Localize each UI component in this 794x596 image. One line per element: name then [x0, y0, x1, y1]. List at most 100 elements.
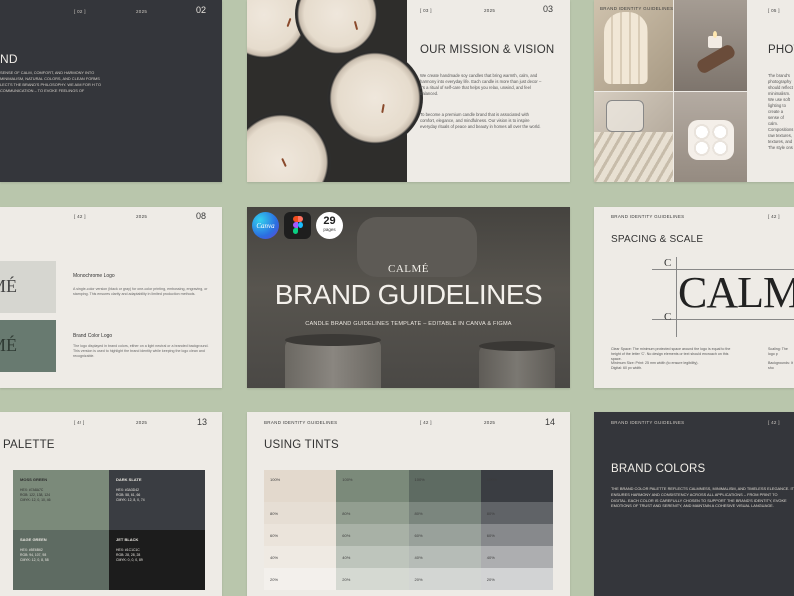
slide-body: THE BRAND COLOR PALETTE REFLECTS CALMNES…	[611, 486, 794, 509]
slide-header: BRAND IDENTITY GUIDELINES	[611, 420, 685, 425]
swatch-values: HEX: #3A3D42 RGB: 58, 61, 66 CMYK: 12, 8, …	[116, 488, 145, 502]
color-swatch: DARK SLATE HEX: #3A3D42 RGB: 58, 61, 66 CMY…	[109, 470, 205, 530]
tint-cell: 60%	[480, 524, 553, 546]
page-number: 14	[545, 417, 556, 427]
canva-label: Canva	[256, 221, 275, 230]
brand-wordmark: CALMÉ	[388, 263, 429, 275]
slide-title: SPACING & SCALE	[611, 234, 704, 245]
figma-icon	[284, 212, 311, 239]
tint-cell: 80%	[408, 502, 481, 524]
swatch-name: JET BLACK	[116, 537, 139, 542]
tint-cell: 40%	[264, 546, 337, 568]
slide-header: BRAND IDENTITY GUIDELINES	[264, 420, 338, 425]
slide-title: PALETTE	[3, 439, 55, 451]
guide-line-h2	[652, 319, 794, 320]
palette-grid: MOSS GREEN HEX: #7A8A7C RGB: 122, 138, 124…	[13, 470, 205, 590]
tint-cell: 20%	[336, 568, 409, 590]
mission-paragraph: We create handmade soy candles that brin…	[420, 73, 542, 96]
slide-number-label: [ 02 ]	[74, 9, 86, 14]
hero-title: BRAND GUIDELINES	[274, 279, 543, 310]
backgrounds-text: Backgrounds: It sho	[768, 361, 793, 370]
bubble-candle-photo	[674, 92, 747, 182]
slide-year: 2025	[484, 8, 496, 13]
logo-title: Monochrome Logo	[73, 273, 115, 279]
page-number: 03	[543, 4, 554, 14]
slide-year: 2025	[484, 420, 496, 425]
candle-left	[285, 339, 381, 388]
slide-year: 2025	[136, 420, 148, 425]
slide-title: ND	[0, 52, 18, 66]
swatch-values: HEX: #5E6B62 RGB: 94, 107, 98 CMYK: 12, 0,…	[20, 548, 49, 562]
slide-number-label: [ 03 ]	[420, 8, 432, 13]
slide-number-label: [ 05 ]	[768, 8, 780, 13]
swatch-name: SAGE GREEN	[20, 537, 47, 542]
slide-mission-vision: [ 03 ] 2025 03 OUR MISSION & VISION We c…	[247, 0, 570, 182]
vision-paragraph: To become a premium candle brand that is…	[420, 112, 541, 129]
swatch-values: HEX: #7A8A7C RGB: 122, 138, 124 CMYK: 12, …	[20, 488, 51, 502]
swatch-name: MOSS GREEN	[20, 477, 48, 482]
tint-cell: 20%	[264, 568, 337, 590]
slide-body: The brand's photography should reflect m…	[768, 73, 794, 150]
tint-cell: 60%	[264, 524, 337, 546]
slide-number-label: [ 4! ]	[74, 420, 85, 425]
logo-description: A single-color version (black or gray) f…	[73, 287, 208, 296]
c-marker-top: C	[664, 257, 672, 269]
pages-badge: 29 pages	[316, 212, 343, 239]
slide-year: 2025	[136, 9, 148, 14]
candle-right	[479, 345, 555, 388]
hand-candle-photo	[674, 0, 747, 91]
logo-glyph: MÉ	[0, 335, 17, 355]
hero-subtitle: CANDLE BRAND GUIDELINES TEMPLATE – EDITA…	[305, 321, 512, 327]
tint-cell: 80%	[336, 502, 409, 524]
logo-title: Brand Color Logo	[73, 333, 113, 339]
slide-number-label: [ 42 ]	[74, 214, 86, 219]
scaling-text: Scaling: The logo p	[768, 347, 788, 356]
slide-brand-story: [ 02 ] 2025 02 ND SENSE OF CALM, COMFORT…	[0, 0, 222, 182]
sculpted-candle-photo	[594, 0, 673, 91]
tint-cell: 60%	[336, 524, 409, 546]
slide-title: BRAND COLORS	[611, 463, 706, 475]
slide-spacing-scale: BRAND IDENTITY GUIDELINES [ 42 ] SPACING…	[594, 207, 794, 388]
swatch-values: HEX: #1C1C1C RGB: 28, 28, 28 CMYK: 0, 0, 0…	[116, 548, 143, 562]
jar-candle-photo	[594, 92, 673, 182]
tint-cell: 60%	[408, 524, 481, 546]
color-logo-tile: MÉ	[0, 320, 56, 372]
guide-line-v	[676, 257, 677, 337]
slide-color-palette: [ 4! ] 2025 13 PALETTE MOSS GREEN HEX: #7…	[0, 412, 222, 596]
canva-badge: Canva	[252, 212, 279, 239]
minimum-size-text: Minimum Size: Print: 25 mm width (to ens…	[611, 361, 699, 370]
tint-cell: 100%	[264, 470, 337, 502]
slide-using-tints: BRAND IDENTITY GUIDELINES [ 42 ] 2025 14…	[247, 412, 570, 596]
slide-logo-versions: [ 42 ] 2025 08 MÉ Monochrome Logo A sing…	[0, 207, 222, 388]
page-number: 02	[196, 5, 207, 15]
color-swatch: SAGE GREEN HEX: #5E6B62 RGB: 94, 107, 98 CM…	[13, 530, 109, 590]
tint-cell: 80%	[264, 502, 337, 524]
clear-space-text: Clear Space: The minimum protected space…	[611, 347, 731, 361]
logo-description: The logo displayed in brand colors, eith…	[73, 344, 209, 358]
pages-count: 29	[323, 215, 336, 227]
pages-label: pages	[323, 227, 336, 232]
slide-number-label: [ 42 ]	[768, 420, 780, 425]
slide-number-label: [ 42 ]	[768, 214, 780, 219]
hero-cover: Canva 29 pages CALMÉ BRAND GUIDELINES CA…	[247, 207, 570, 388]
candles-photo	[247, 0, 423, 182]
logo-glyph: MÉ	[0, 276, 17, 296]
wordmark: CALM	[678, 268, 794, 317]
tints-grid: 100% 80% 60% 40% 20% 100% 80% 60% 40% 20% 100% 80% 6…	[264, 470, 553, 590]
monochrome-logo-tile: MÉ	[0, 261, 56, 313]
tint-cell: 20%	[480, 568, 553, 590]
slide-number-label: [ 42 ]	[420, 420, 432, 425]
slide-title: OUR MISSION & VISION	[420, 44, 555, 56]
page-number: 08	[196, 211, 207, 221]
slide-title: USING TINTS	[264, 439, 339, 451]
tint-cell: 40%	[408, 546, 481, 568]
slide-header: BRAND IDENTITY GUIDELINES	[611, 214, 685, 219]
slide-brand-colors: BRAND IDENTITY GUIDELINES [ 42 ] BRAND C…	[594, 412, 794, 596]
color-swatch: MOSS GREEN HEX: #7A8A7C RGB: 122, 138, 124…	[13, 470, 109, 530]
swatch-name: DARK SLATE	[116, 477, 142, 482]
tint-cell: 100%	[408, 470, 481, 502]
tint-cell: 40%	[336, 546, 409, 568]
tint-cell: 100%	[336, 470, 409, 502]
color-swatch: JET BLACK HEX: #1C1C1C RGB: 28, 28, 28 CMYK…	[109, 530, 205, 590]
tint-cell: 80%	[480, 502, 553, 524]
